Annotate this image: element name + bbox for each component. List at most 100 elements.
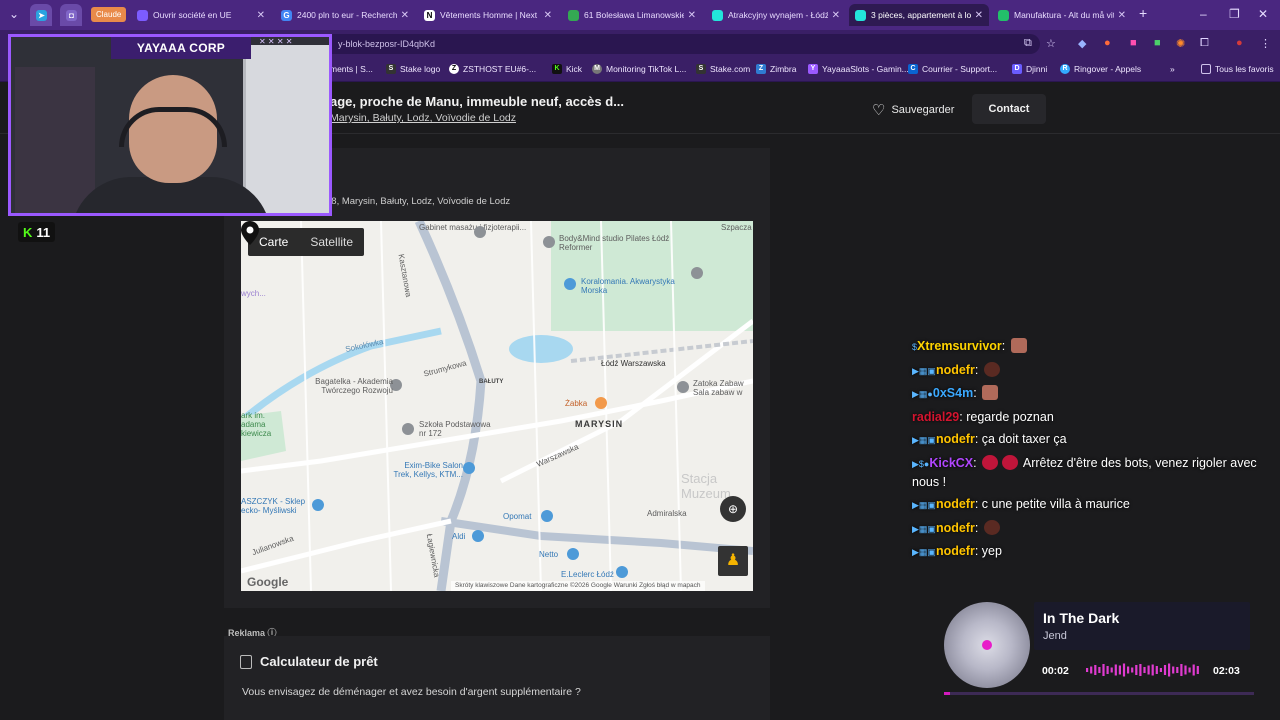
- tab-olx-1[interactable]: Atrakcyjny wynajem - Łódź ✕: [706, 4, 846, 26]
- extensions-puzzle-icon[interactable]: ⧠: [1200, 37, 1209, 50]
- bookmark-item[interactable]: S Stake.com: [696, 64, 750, 74]
- map-attribution[interactable]: Skróty klawiszowe Dane kartograficzne ©2…: [451, 581, 705, 591]
- bookmark-label: Stake.com: [710, 64, 751, 74]
- stake-icon: S: [386, 64, 396, 74]
- chat-username[interactable]: radial29: [912, 410, 959, 424]
- bookmark-item[interactable]: C Courrier - Support...: [908, 64, 997, 74]
- extension-icon[interactable]: ◆: [1078, 37, 1086, 50]
- close-icon[interactable]: ✕: [401, 10, 409, 21]
- waveform-bar: [1168, 663, 1171, 677]
- poi-pin[interactable]: [312, 499, 324, 511]
- chat-username[interactable]: 0xS4m: [933, 386, 973, 400]
- tab-manufaktura[interactable]: Manufaktura - Alt du må vite ✕: [992, 4, 1132, 26]
- bookmark-item[interactable]: S Stake logo: [386, 64, 440, 74]
- street-view-pegman-icon[interactable]: ♟: [718, 546, 748, 576]
- bookmark-item[interactable]: D Djinni: [1012, 64, 1047, 74]
- chat-text: yep: [981, 544, 1002, 558]
- chat-username[interactable]: KickCX: [929, 456, 973, 470]
- translate-icon[interactable]: ⧉: [1024, 37, 1032, 50]
- poi-pin[interactable]: [541, 510, 553, 522]
- maximize-icon[interactable]: ❐: [1229, 7, 1240, 21]
- map-fullscreen-icon[interactable]: ⊕: [720, 496, 746, 522]
- site-icon: [137, 9, 148, 21]
- waveform-bar: [1086, 668, 1089, 672]
- waveform-bar: [1118, 665, 1121, 675]
- poi-pin[interactable]: [616, 566, 628, 578]
- poi-pin[interactable]: [595, 397, 607, 409]
- bookmark-label: Ringover - Appels: [1074, 64, 1142, 74]
- close-icon[interactable]: ✕: [1118, 10, 1126, 21]
- close-window-icon[interactable]: ✕: [1258, 7, 1268, 21]
- new-tab-icon[interactable]: +: [1139, 5, 1147, 21]
- map-type-satellite[interactable]: Satellite: [299, 228, 364, 256]
- chat-username[interactable]: Xtremsurvivor: [917, 339, 1002, 353]
- poi-pin[interactable]: [564, 278, 576, 290]
- next-icon: N: [424, 9, 435, 21]
- tab-maps[interactable]: 61 Bolesława Limanowskiego ✕: [562, 4, 702, 26]
- bookmark-item[interactable]: R Ringover - Appels: [1060, 64, 1141, 74]
- tab-list-chevron-icon[interactable]: ⌄: [9, 7, 19, 21]
- bookmark-item[interactable]: K Kick: [552, 64, 582, 74]
- close-icon[interactable]: ✕: [832, 10, 840, 21]
- map-label: ASZCZYK - Sklep ecko- Myśliwski: [241, 497, 306, 515]
- pinned-tab[interactable]: ◘: [60, 4, 82, 26]
- chat-message: ▶▦● 0xS4m:: [912, 384, 1262, 403]
- monitoring-icon: M: [592, 64, 602, 74]
- all-bookmarks[interactable]: Tous les favoris: [1201, 64, 1274, 74]
- chat-username[interactable]: nodefr: [936, 544, 975, 558]
- bookmark-item[interactable]: Y YayaaaSlots - Gamin...: [808, 64, 909, 74]
- chat-message: ▶▦▣ nodefr: c une petite villa à maurice: [912, 495, 1262, 514]
- tab-group-claude[interactable]: Claude: [91, 7, 127, 22]
- poi-pin[interactable]: [543, 236, 555, 248]
- chat-message: ▶▦▣ nodefr:: [912, 361, 1262, 380]
- tab-pln-to-eur[interactable]: G 2400 pln to eur - Recherche ✕: [275, 4, 415, 26]
- bookmark-star-icon[interactable]: ☆: [1046, 37, 1056, 50]
- chat-username[interactable]: nodefr: [936, 521, 975, 535]
- tab-ouvrir-societe[interactable]: Ouvrir société en UE ✕: [131, 4, 271, 26]
- google-map[interactable]: Carte Satellite wych... Gabinet masażu i…: [241, 221, 753, 591]
- poi-pin[interactable]: [567, 548, 579, 560]
- extension-icon[interactable]: ✺: [1176, 37, 1185, 50]
- close-icon[interactable]: ✕: [544, 10, 552, 21]
- telegram-pinned-tab[interactable]: ➤: [30, 4, 52, 26]
- bookmark-item[interactable]: M Monitoring TikTok L...: [592, 64, 686, 74]
- kick-icon: K: [552, 64, 562, 74]
- tab-next[interactable]: N Vêtements Homme | Next ✕: [418, 4, 558, 26]
- poi-pin[interactable]: [677, 381, 689, 393]
- poi-pin[interactable]: [474, 226, 486, 238]
- chat-badges-icon: ▶▦▣: [912, 547, 936, 557]
- progress-fill: [944, 692, 951, 695]
- listing-location-link[interactable]: Marysin, Bałuty, Lodz, Voïvodie de Lodz: [330, 112, 516, 124]
- bookmark-item[interactable]: Z ZSTHOST EU#6-...: [449, 64, 536, 74]
- close-icon[interactable]: ✕: [688, 10, 696, 21]
- bookmarks-overflow[interactable]: »: [1170, 64, 1175, 74]
- chat-message: ▶▦▣ nodefr:: [912, 519, 1262, 538]
- url-text: y-blok-bezposr-ID4qbKd: [338, 39, 436, 49]
- bookmark-item[interactable]: Z Zimbra: [756, 64, 796, 74]
- profile-avatar-icon[interactable]: ●: [1236, 37, 1243, 49]
- all-bookmarks-label: Tous les favoris: [1215, 64, 1274, 74]
- save-button[interactable]: ♡ Sauvegarder: [872, 101, 954, 119]
- waveform-bar: [1114, 664, 1117, 676]
- chat-username[interactable]: nodefr: [936, 363, 975, 377]
- poi-pin[interactable]: [463, 462, 475, 474]
- address-bar[interactable]: y-blok-bezposr-ID4qbKd: [300, 34, 1040, 54]
- extension-icon[interactable]: ■: [1154, 37, 1161, 49]
- location-marker-icon[interactable]: [241, 221, 259, 245]
- chat-username[interactable]: nodefr: [936, 432, 975, 446]
- chat-username[interactable]: nodefr: [936, 497, 975, 511]
- chat-message: $ Xtremsurvivor:: [912, 337, 1262, 356]
- extension-icon[interactable]: ●: [1104, 37, 1111, 49]
- bookmark-item[interactable]: ments | S...: [330, 64, 373, 74]
- poi-pin[interactable]: [402, 423, 414, 435]
- tab-active-listing[interactable]: 3 pièces, appartement à louer ✕: [849, 4, 989, 26]
- contact-button[interactable]: Contact: [972, 94, 1046, 124]
- menu-kebab-icon[interactable]: ⋮: [1260, 37, 1271, 50]
- waveform-bar: [1139, 664, 1142, 676]
- close-icon[interactable]: ✕: [975, 10, 983, 21]
- minimize-icon[interactable]: –: [1200, 7, 1207, 21]
- loan-calculator-title: Calculateur de prêt: [260, 654, 378, 669]
- poi-pin[interactable]: [472, 530, 484, 542]
- close-icon[interactable]: ✕: [257, 10, 265, 21]
- extension-icon[interactable]: ■: [1130, 37, 1137, 49]
